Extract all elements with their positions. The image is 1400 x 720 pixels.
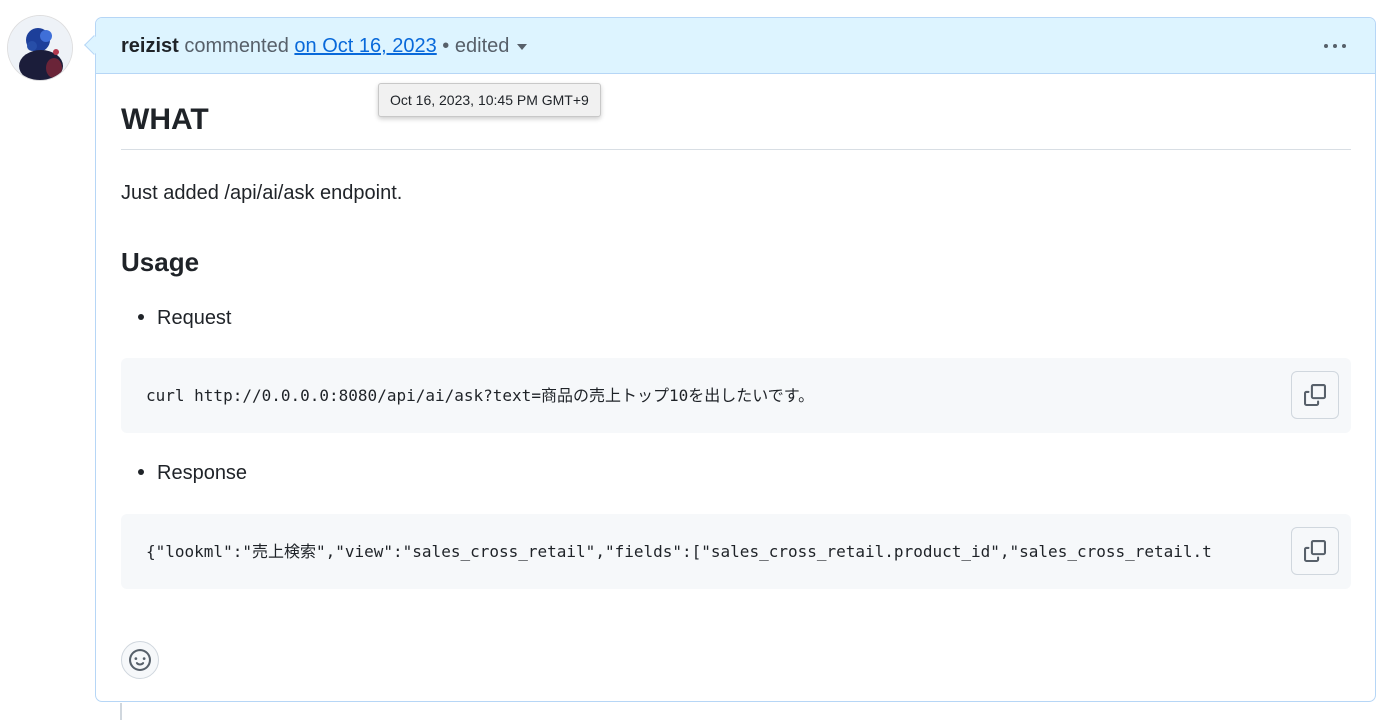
response-code-block[interactable]: {"lookml":"売上検索","view":"sales_cross_ret… [121,514,1351,589]
copy-response-button[interactable] [1291,527,1339,575]
copy-icon [1304,384,1326,406]
avatar[interactable] [8,16,72,80]
response-label: Response [157,462,248,484]
request-label: Request [157,307,232,329]
heading-usage: Usage [121,247,200,277]
description-paragraph: Just added /api/ai/ask endpoint. [121,182,403,204]
bullet [138,468,144,475]
comment-action-text: commented [178,35,295,57]
request-code[interactable]: curl http://0.0.0.0:8080/api/ai/ask?text… [146,358,814,433]
date-tooltip: Oct 16, 2023, 10:45 PM GMT+9 [378,83,601,117]
list-item-request: Request [138,303,232,333]
dot-1 [1324,44,1328,48]
author-link[interactable]: reizist [121,35,179,57]
edited-label: edited [454,35,510,57]
smiley-icon [129,649,151,671]
list-item-response: Response [138,458,247,488]
copy-request-button[interactable] [1291,371,1339,419]
edited-dropdown[interactable]: edited [455,35,528,57]
dot-3 [1342,44,1346,48]
triangle-down-icon [517,43,528,50]
response-code[interactable]: {"lookml":"売上検索","view":"sales_cross_ret… [146,514,1212,589]
avatar-image [8,16,72,80]
kebab-horizontal-icon[interactable] [1319,32,1351,60]
add-reaction-button[interactable] [121,641,159,679]
bullet [138,313,144,320]
comment-pointer [84,35,104,55]
meta-separator: • [436,35,455,57]
comment-page: reizist commented on Oct 16, 2023 • edit… [0,0,1400,720]
heading-what: WHAT [121,103,209,136]
timeline-line [120,703,122,720]
request-code-block: curl http://0.0.0.0:8080/api/ai/ask?text… [121,358,1351,433]
comment-date-link[interactable]: on Oct 16, 2023 [294,35,436,57]
copy-icon [1304,540,1326,562]
heading-divider [121,149,1351,150]
comment-header: reizist commented on Oct 16, 2023 • edit… [84,18,1375,74]
comment-card: reizist commented on Oct 16, 2023 • edit… [84,17,1376,702]
dot-2 [1333,44,1337,48]
comment-meta: reizist commented on Oct 16, 2023 • edit… [121,18,528,74]
